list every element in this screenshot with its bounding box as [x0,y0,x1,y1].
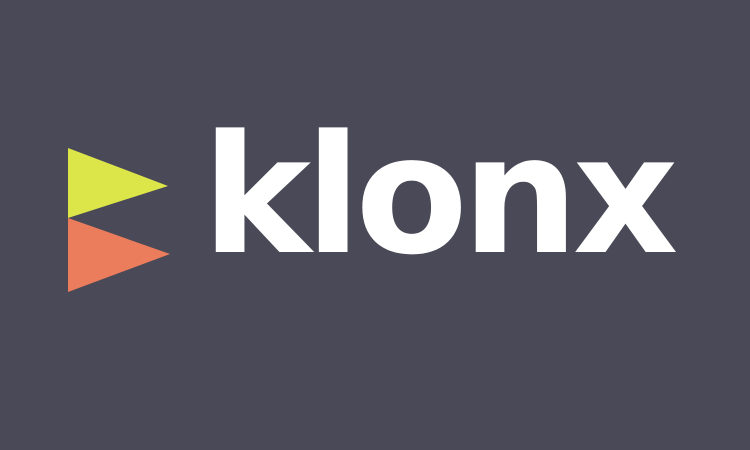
brand-wordmark: klonx [202,100,678,291]
klonx-logo: klonx [68,114,688,298]
flag-top-icon [68,148,168,218]
flag-bottom-icon [68,218,170,292]
logo-canvas: klonx [0,0,750,450]
twin-flag-icon [68,148,170,292]
